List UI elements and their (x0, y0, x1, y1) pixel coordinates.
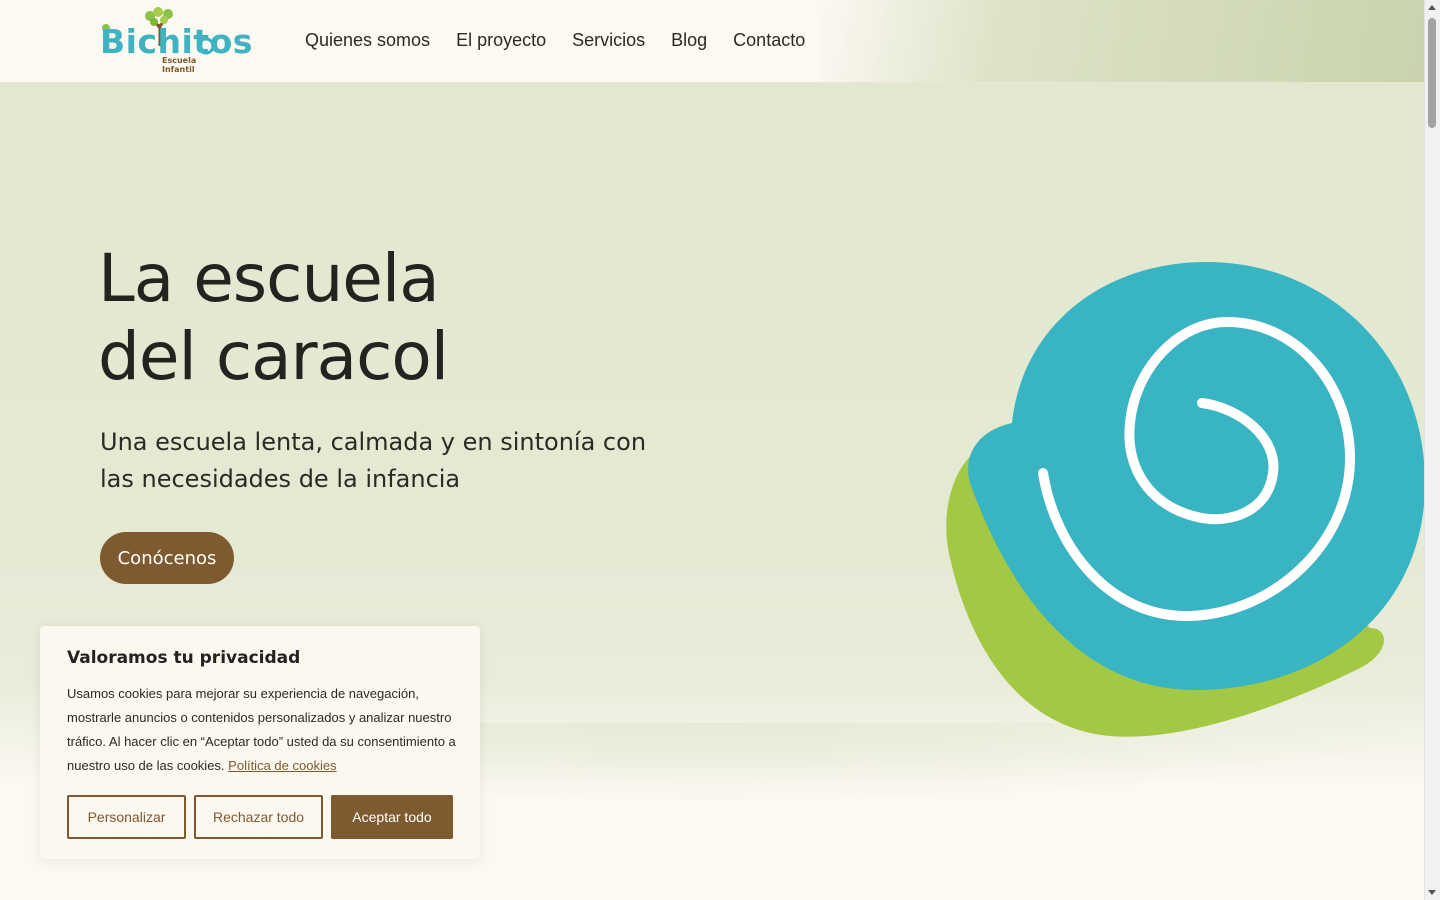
nav-el-proyecto[interactable]: El proyecto (456, 30, 546, 51)
nav-contacto[interactable]: Contacto (733, 30, 805, 51)
scroll-up-arrow-icon[interactable] (1428, 5, 1436, 10)
customize-cookies-button[interactable]: Personalizar (67, 795, 186, 839)
hero-title: La escuela del caracol (98, 240, 618, 396)
scroll-thumb[interactable] (1428, 18, 1436, 128)
reject-all-button[interactable]: Rechazar todo (194, 795, 323, 839)
cookie-policy-link[interactable]: Política de cookies (228, 758, 336, 773)
hero-title-line2: del caracol (98, 318, 449, 395)
logo-tagline: Escuela Infantil (162, 56, 197, 74)
site-logo[interactable]: Bichitos Escuela Infantil (98, 6, 252, 74)
cookie-consent-banner: Valoramos tu privacidad Usamos cookies p… (40, 626, 480, 859)
page-scrollbar[interactable] (1424, 0, 1440, 900)
site-header: Bichitos Escuela Infantil Quienes somos … (0, 0, 1425, 83)
hero-subtitle: Una escuela lenta, calmada y en sintonía… (100, 428, 647, 493)
nav-servicios[interactable]: Servicios (572, 30, 645, 51)
scroll-down-arrow-icon[interactable] (1428, 890, 1436, 895)
nav-quienes-somos[interactable]: Quienes somos (305, 30, 430, 51)
accept-all-button[interactable]: Aceptar todo (331, 795, 453, 839)
nav-blog[interactable]: Blog (671, 30, 707, 51)
snail-illustration (946, 261, 1425, 737)
cookie-banner-title: Valoramos tu privacidad (67, 648, 301, 668)
hero-title-line1: La escuela (98, 240, 440, 317)
header-decorative-wash (820, 0, 1425, 82)
main-nav: Quienes somos El proyecto Servicios Blog… (305, 30, 831, 51)
conocenos-button[interactable]: Conócenos (100, 532, 234, 584)
cookie-banner-text: Usamos cookies para mejorar su experienc… (67, 682, 459, 778)
